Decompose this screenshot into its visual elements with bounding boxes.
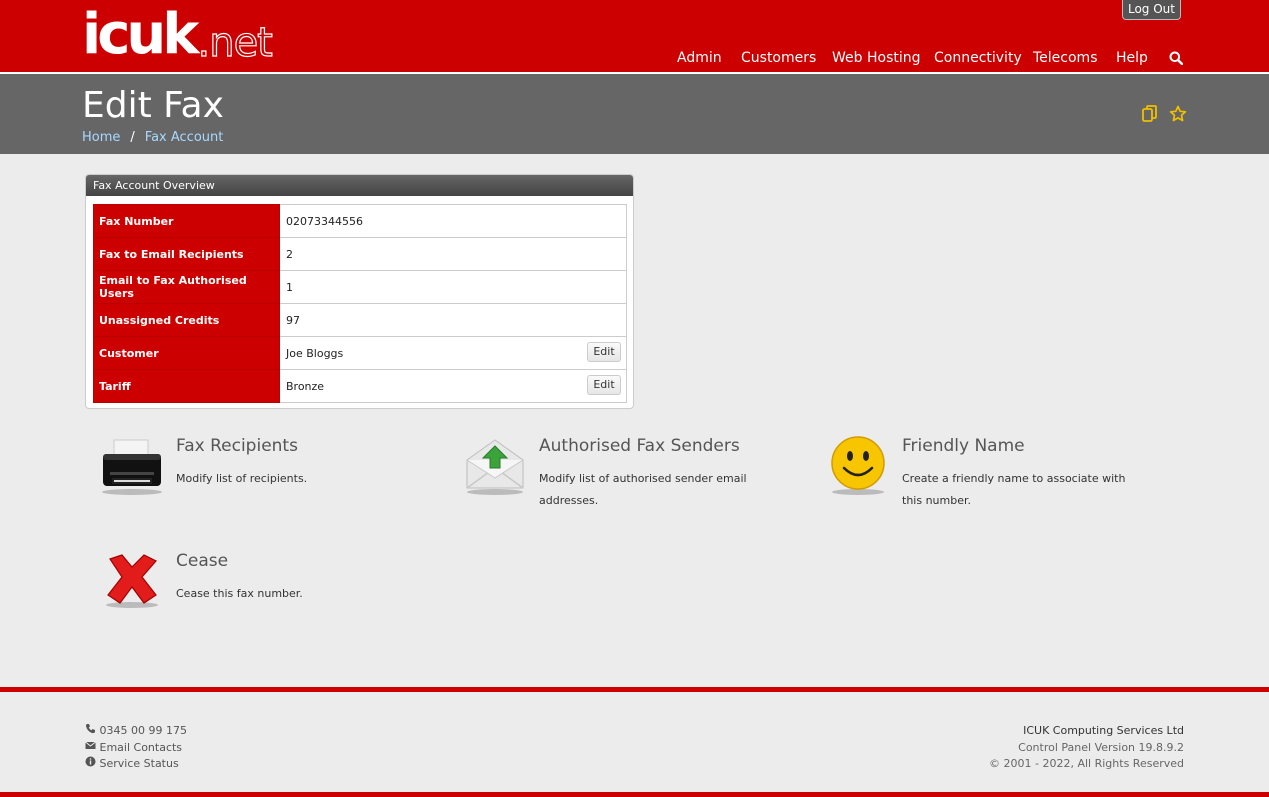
footer-contact: 0345 00 99 175 Email Contacts Service St…: [85, 723, 187, 773]
customer-value: Joe Bloggs: [286, 346, 344, 360]
footer-copyright: © 2001 - 2022, All Rights Reserved: [989, 757, 1184, 770]
cease-title[interactable]: Cease: [176, 551, 228, 571]
row-value: Bronze Edit: [279, 369, 627, 403]
table-row: Email to Fax Authorised Users 1: [93, 270, 627, 304]
info-icon: [85, 756, 96, 767]
table-row: Fax Number 02073344556: [93, 204, 627, 238]
breadcrumb-home[interactable]: Home: [82, 130, 120, 145]
row-value: 2: [279, 237, 627, 271]
footer-status-row: Service Status: [85, 756, 187, 773]
search-icon[interactable]: [1169, 51, 1183, 65]
row-value: Joe Bloggs Edit: [279, 336, 627, 370]
row-value: 97: [279, 303, 627, 337]
logo-suffix-text: .net: [197, 19, 274, 66]
page-tools: [1142, 105, 1191, 127]
edit-customer-button[interactable]: Edit: [587, 342, 621, 362]
footer-company: ICUK Computing Services Ltd: [1023, 724, 1184, 737]
nav-web-hosting[interactable]: Web Hosting: [832, 50, 921, 66]
recipients-count: 2: [286, 247, 293, 261]
fax-recipients-description: Modify list of recipients.: [176, 472, 308, 485]
nav-help[interactable]: Help: [1116, 50, 1148, 66]
breadcrumb: Home / Fax Account: [82, 130, 223, 145]
row-label: Customer: [93, 336, 280, 370]
footer-bottom-border: [0, 792, 1269, 797]
row-label: Email to Fax Authorised Users: [93, 270, 280, 304]
breadcrumb-fax-account[interactable]: Fax Account: [145, 130, 224, 145]
table-row: Customer Joe Bloggs Edit: [93, 336, 627, 370]
nav-telecoms[interactable]: Telecoms: [1033, 50, 1097, 66]
table-row: Tariff Bronze Edit: [93, 369, 627, 403]
overview-table: Fax Number 02073344556 Fax to Email Reci…: [93, 204, 627, 403]
row-label: Tariff: [93, 369, 280, 403]
star-icon[interactable]: [1169, 105, 1187, 123]
logo-main-text: icuk: [82, 2, 199, 67]
fax-number-value: 02073344556: [286, 214, 363, 228]
envelope-upload-icon: [466, 439, 524, 495]
footer-phone-row: 0345 00 99 175: [85, 723, 187, 740]
phone-icon: [85, 724, 95, 734]
table-row: Fax to Email Recipients 2: [93, 237, 627, 271]
nav-admin[interactable]: Admin: [677, 50, 722, 66]
unassigned-credits-value: 97: [286, 313, 300, 327]
printer-icon: [102, 439, 162, 495]
smiley-icon: [831, 436, 885, 495]
friendly-name-title[interactable]: Friendly Name: [902, 436, 1025, 456]
cease-description: Cease this fax number.: [176, 587, 303, 600]
nav-connectivity[interactable]: Connectivity: [934, 50, 1022, 66]
icuk-logo[interactable]: icuk.net: [82, 6, 274, 67]
edit-tariff-button[interactable]: Edit: [587, 375, 621, 395]
row-label: Fax to Email Recipients: [93, 237, 280, 271]
fax-recipients-title[interactable]: Fax Recipients: [176, 436, 298, 456]
friendly-name-description: Create a friendly name to associate with…: [902, 472, 1126, 507]
page-title: Edit Fax: [82, 85, 224, 126]
tariff-value: Bronze: [286, 379, 325, 393]
row-label: Unassigned Credits: [93, 303, 280, 337]
envelope-icon: [85, 741, 96, 749]
table-row: Unassigned Credits 97: [93, 303, 627, 337]
footer-phone: 0345 00 99 175: [99, 724, 187, 737]
service-status-link[interactable]: Service Status: [100, 757, 179, 770]
logout-button[interactable]: Log Out: [1122, 0, 1181, 20]
footer-version: Control Panel Version 19.8.9.2: [1018, 740, 1184, 754]
row-value: 1: [279, 270, 627, 304]
footer-legal: ICUK Computing Services Ltd Control Pane…: [989, 723, 1184, 773]
nav-customers[interactable]: Customers: [741, 50, 816, 66]
authorised-users-count: 1: [286, 280, 293, 294]
red-cross-icon: [106, 554, 158, 608]
copy-icon[interactable]: [1142, 105, 1160, 123]
row-value: 02073344556: [279, 204, 627, 238]
authorised-fax-senders-description: Modify list of authorised sender email a…: [539, 472, 747, 507]
panel-heading: Fax Account Overview: [86, 175, 633, 196]
row-label: Fax Number: [93, 204, 280, 238]
breadcrumb-separator: /: [130, 130, 135, 145]
footer-email-row: Email Contacts: [85, 740, 187, 757]
email-contacts-link[interactable]: Email Contacts: [100, 741, 183, 754]
authorised-fax-senders-title[interactable]: Authorised Fax Senders: [539, 436, 740, 456]
fax-account-overview-panel: Fax Account Overview Fax Number 02073344…: [85, 174, 634, 409]
